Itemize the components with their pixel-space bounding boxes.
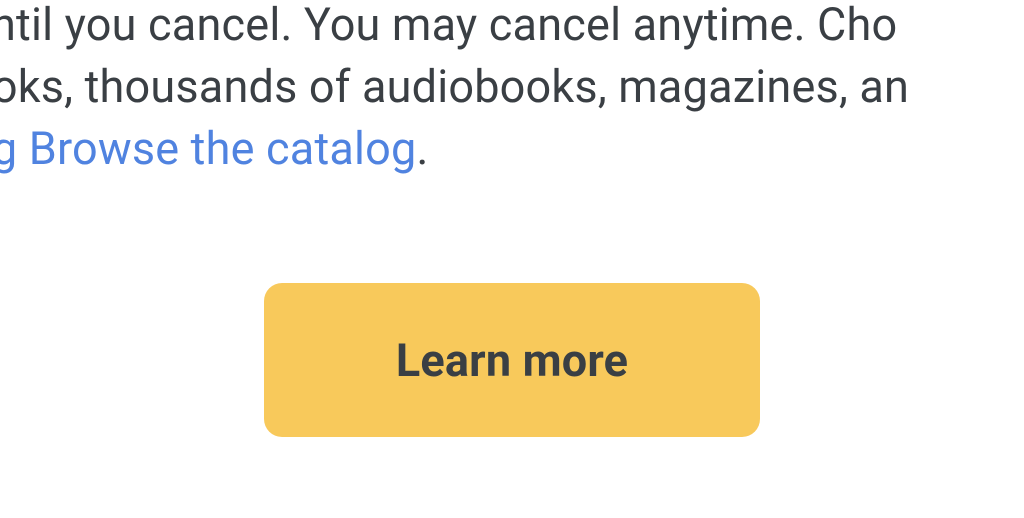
description-line-1: until you cancel. You may cancel anytime… bbox=[0, 0, 897, 51]
description-period: . bbox=[417, 122, 429, 175]
browse-catalog-link-prefix[interactable]: og bbox=[0, 122, 29, 175]
description-line-2: ooks, thousands of audiobooks, magazines… bbox=[0, 60, 909, 113]
promo-description: until you cancel. You may cancel anytime… bbox=[0, 0, 1024, 180]
learn-more-button[interactable]: Learn more bbox=[264, 283, 760, 437]
learn-more-label: Learn more bbox=[396, 334, 628, 387]
browse-catalog-link[interactable]: Browse the catalog bbox=[29, 122, 417, 175]
